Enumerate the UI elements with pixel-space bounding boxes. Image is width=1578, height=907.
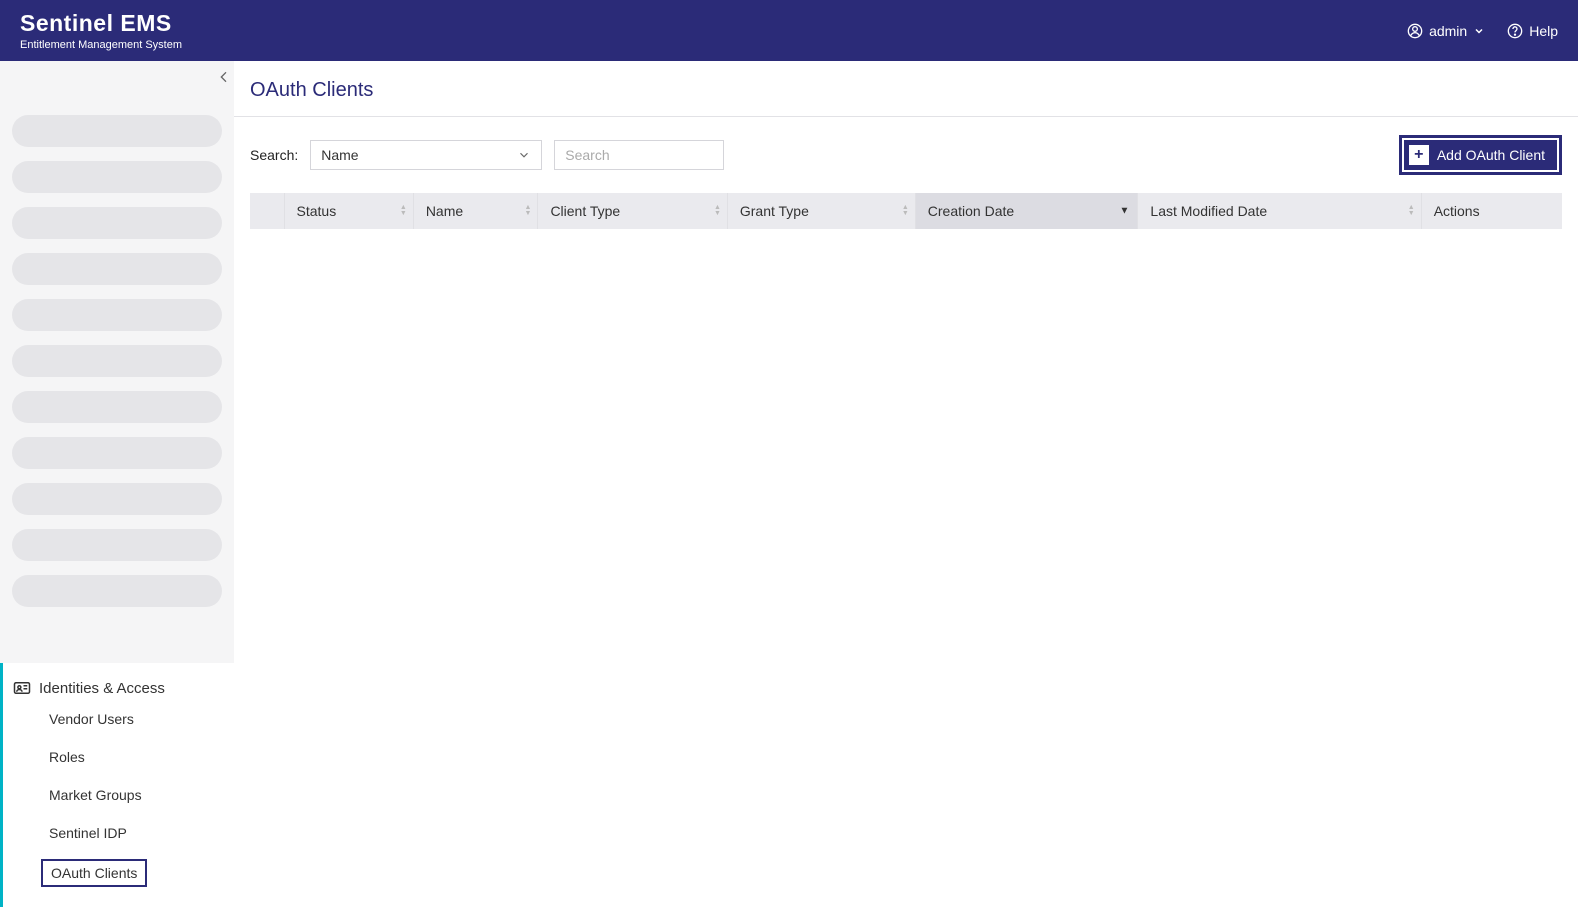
column-label: Name: [426, 203, 463, 219]
sidebar-item-sentinel-idp[interactable]: Sentinel IDP: [41, 821, 135, 845]
sidebar-skeleton-item: [12, 437, 222, 469]
sidebar-sub-items: Vendor Users Roles Market Groups Sentine…: [3, 707, 234, 887]
user-label: admin: [1429, 23, 1467, 39]
user-icon: [1407, 23, 1423, 39]
page-title: OAuth Clients: [234, 61, 1578, 116]
column-last-modified[interactable]: Last Modified Date ▲▼: [1138, 193, 1421, 229]
collapse-sidebar-button[interactable]: [216, 69, 232, 88]
search-input[interactable]: [554, 140, 724, 170]
sidebar-skeleton-item: [12, 253, 222, 285]
sidebar-section-identities: Identities & Access Vendor Users Roles M…: [0, 663, 234, 907]
search-select-value: Name: [321, 147, 358, 163]
sidebar-skeleton-item: [12, 161, 222, 193]
help-icon: [1507, 23, 1523, 39]
column-name[interactable]: Name ▲▼: [413, 193, 538, 229]
column-label: Last Modified Date: [1150, 203, 1267, 219]
brand-title: Sentinel EMS: [20, 10, 182, 37]
column-client-type[interactable]: Client Type ▲▼: [538, 193, 727, 229]
chevron-down-icon: [517, 148, 531, 162]
main-content: OAuth Clients Search: Name + Add OAuth C…: [234, 61, 1578, 907]
toolbar: Search: Name + Add OAuth Client: [234, 117, 1578, 193]
sidebar-item-roles[interactable]: Roles: [41, 745, 93, 769]
chevron-down-icon: [1473, 25, 1485, 37]
sort-icon: ▲▼: [714, 205, 721, 217]
column-label: Grant Type: [740, 203, 809, 219]
sort-icon: ▲▼: [400, 205, 407, 217]
sidebar-item-market-groups[interactable]: Market Groups: [41, 783, 150, 807]
column-status[interactable]: Status ▲▼: [284, 193, 413, 229]
oauth-clients-table: Status ▲▼ Name ▲▼ Client Type ▲▼ Grant: [250, 193, 1562, 229]
help-label: Help: [1529, 23, 1558, 39]
sidebar-skeleton-item: [12, 207, 222, 239]
column-grant-type[interactable]: Grant Type ▲▼: [727, 193, 915, 229]
sidebar-skeleton-item: [12, 115, 222, 147]
plus-icon: +: [1409, 145, 1429, 165]
column-label: Actions: [1434, 203, 1480, 219]
column-label: Client Type: [550, 203, 620, 219]
sidebar-skeleton-item: [12, 391, 222, 423]
sort-icon: ▲▼: [525, 205, 532, 217]
column-creation-date[interactable]: Creation Date ▼: [915, 193, 1138, 229]
add-button-label: Add OAuth Client: [1437, 147, 1545, 163]
sidebar-item-oauth-clients[interactable]: OAuth Clients: [41, 859, 147, 887]
column-expand[interactable]: [250, 193, 284, 229]
add-oauth-client-highlight: + Add OAuth Client: [1399, 135, 1562, 175]
search-field-select[interactable]: Name: [310, 140, 542, 170]
brand-subtitle: Entitlement Management System: [20, 39, 182, 51]
sidebar-item-vendor-users[interactable]: Vendor Users: [41, 707, 142, 731]
app-header: Sentinel EMS Entitlement Management Syst…: [0, 0, 1578, 61]
sidebar-section-title: Identities & Access: [39, 680, 165, 697]
sidebar-skeleton-item: [12, 483, 222, 515]
sidebar-section-header[interactable]: Identities & Access: [3, 673, 234, 707]
table-wrap: Status ▲▼ Name ▲▼ Client Type ▲▼ Grant: [234, 193, 1578, 229]
id-card-icon: [13, 679, 31, 697]
table-head: Status ▲▼ Name ▲▼ Client Type ▲▼ Grant: [250, 193, 1562, 229]
sort-icon: ▲▼: [902, 205, 909, 217]
layout: Identities & Access Vendor Users Roles M…: [0, 61, 1578, 907]
sidebar-skeleton-group: [0, 61, 234, 631]
chevron-left-icon: [216, 69, 232, 85]
column-label: Creation Date: [928, 203, 1014, 219]
sidebar: Identities & Access Vendor Users Roles M…: [0, 61, 234, 907]
column-label: Status: [297, 203, 337, 219]
sidebar-skeleton-item: [12, 299, 222, 331]
sidebar-skeleton-item: [12, 529, 222, 561]
add-oauth-client-button[interactable]: + Add OAuth Client: [1404, 140, 1557, 170]
sidebar-skeleton-item: [12, 575, 222, 607]
search-label: Search:: [250, 147, 298, 163]
brand: Sentinel EMS Entitlement Management Syst…: [20, 10, 182, 51]
sort-desc-icon: ▼: [1120, 206, 1130, 217]
help-link[interactable]: Help: [1507, 23, 1558, 39]
sort-icon: ▲▼: [1408, 205, 1415, 217]
sidebar-skeleton-item: [12, 345, 222, 377]
user-menu[interactable]: admin: [1407, 23, 1485, 39]
column-actions: Actions: [1421, 193, 1562, 229]
header-right: admin Help: [1407, 23, 1558, 39]
